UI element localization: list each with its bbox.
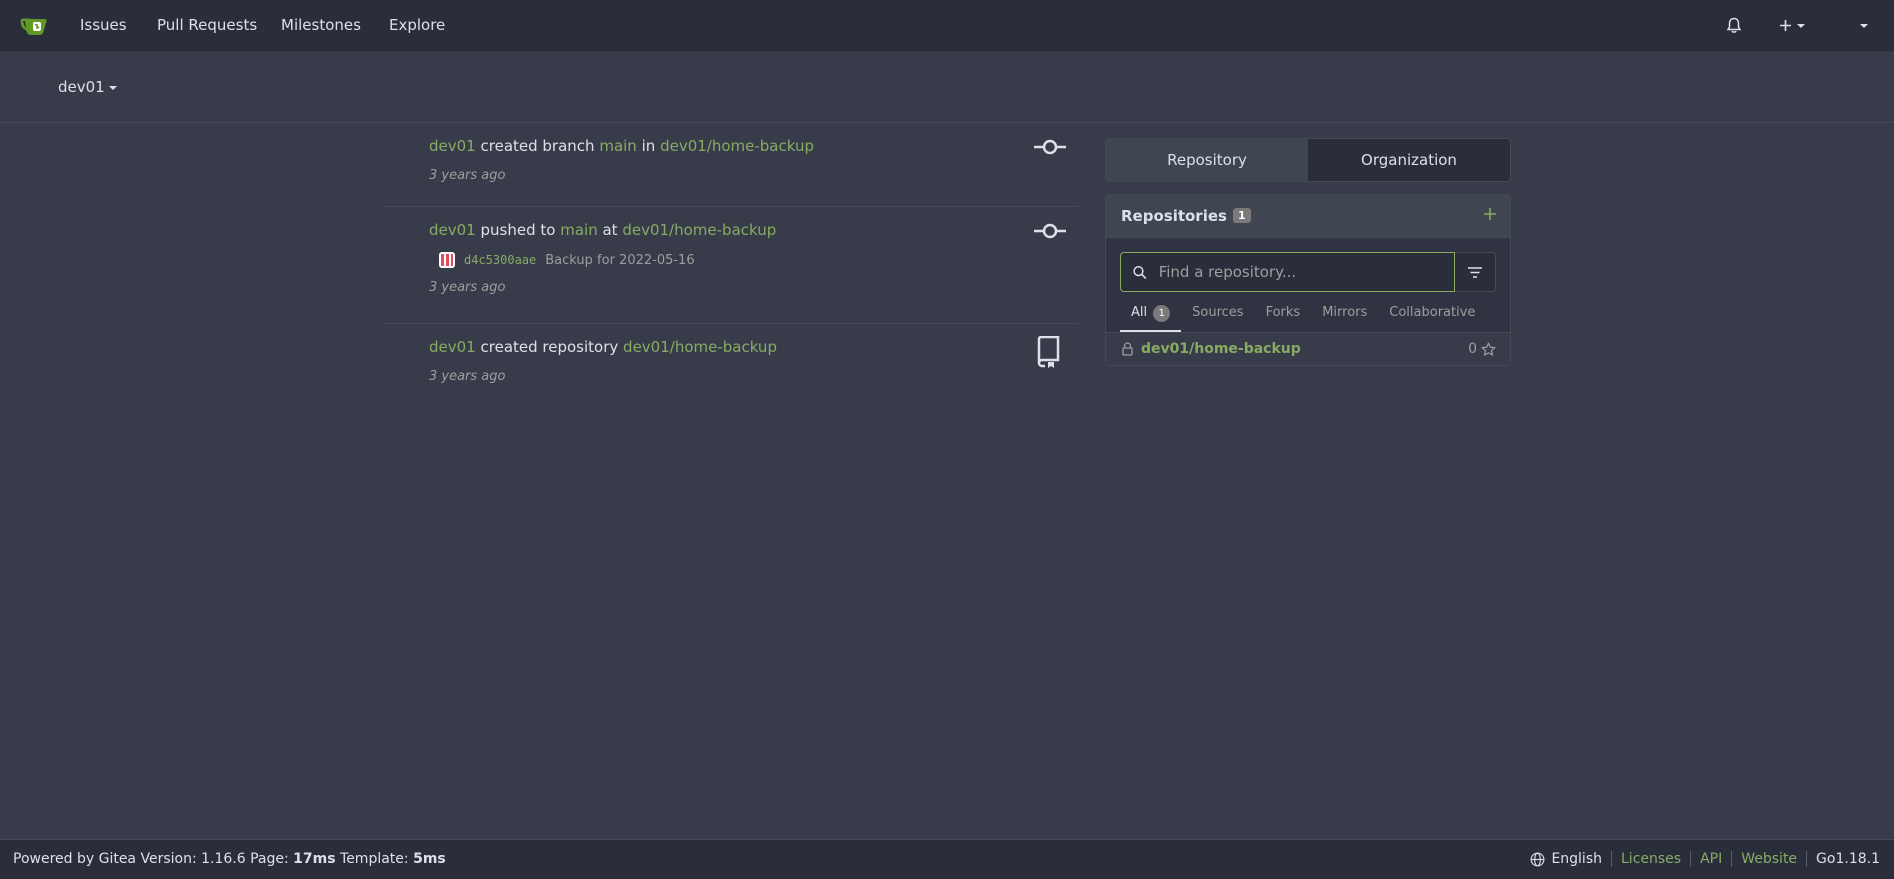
dashboard-header: dev01 [0, 52, 1894, 123]
nav-explore[interactable]: Explore [389, 0, 445, 51]
star-icon [1481, 342, 1496, 356]
lock-icon [1122, 342, 1133, 356]
feed-item: dev01 created branch main in dev01/home-… [382, 123, 1078, 207]
feed-repo-link[interactable]: dev01/home-backup [660, 137, 814, 155]
commit-row: d4c5300aae Backup for 2022-05-16 [429, 252, 1078, 268]
footer-page-time: 17ms [293, 851, 336, 867]
user-menu-button[interactable] [1855, 0, 1868, 51]
repo-search-field [1120, 252, 1455, 292]
repositories-title: Repositories 1 [1121, 207, 1251, 225]
activity-feed: dev01 created branch main in dev01/home-… [382, 123, 1078, 407]
repo-type-tabs: All 1 Sources Forks Mirrors Collaborative [1120, 294, 1496, 332]
feed-action: created branch [480, 137, 595, 155]
chevron-down-icon [1797, 23, 1805, 28]
type-tab-all[interactable]: All 1 [1120, 294, 1182, 332]
globe-icon [1530, 852, 1545, 866]
git-commit-icon [1034, 223, 1066, 243]
feed-connector: in [641, 137, 656, 155]
footer-licenses-link[interactable]: Licenses [1611, 851, 1690, 867]
notifications-button[interactable] [1726, 0, 1742, 51]
add-repo-button[interactable] [1484, 204, 1496, 225]
feed-time: 3 years ago [429, 280, 506, 295]
repo-panel: Repository Organization Repositories 1 Al… [1105, 138, 1511, 366]
repositories-body: All 1 Sources Forks Mirrors Collaborative… [1106, 238, 1510, 365]
repositories-box: Repositories 1 All 1 Sources Forks Mirrors [1105, 194, 1511, 366]
nav-milestones[interactable]: Milestones [281, 0, 361, 51]
footer-website-link[interactable]: Website [1731, 851, 1806, 867]
feed-action: created repository [480, 338, 619, 356]
tab-organization[interactable]: Organization [1308, 139, 1510, 181]
footer-version-info: Powered by Gitea Version: 1.16.6 Page: 1… [13, 851, 446, 867]
feed-item: dev01 pushed to main at dev01/home-backu… [382, 207, 1078, 324]
gitea-logo-icon[interactable] [19, 13, 49, 37]
create-new-button[interactable] [1779, 0, 1805, 51]
feed-connector: at [602, 221, 618, 239]
footer-links: English Licenses API Website Go1.18.1 [1530, 851, 1880, 867]
repo-search [1120, 252, 1496, 292]
footer-template-time: 5ms [413, 851, 446, 867]
type-tab-sources[interactable]: Sources [1181, 294, 1254, 332]
nav-pull-requests[interactable]: Pull Requests [157, 0, 257, 51]
feed-user-link[interactable]: dev01 [429, 221, 476, 239]
repo-list-item[interactable]: dev01/home-backup 0 [1106, 332, 1510, 365]
feed-repo-link[interactable]: dev01/home-backup [622, 221, 776, 239]
repositories-count-badge: 1 [1232, 208, 1251, 223]
all-count-badge: 1 [1153, 305, 1171, 322]
page-footer: Powered by Gitea Version: 1.16.6 Page: 1… [0, 839, 1894, 879]
feed-text: dev01 pushed to main at dev01/home-backu… [429, 220, 1078, 240]
feed-user-link[interactable]: dev01 [429, 338, 476, 356]
feed-time: 3 years ago [429, 168, 506, 183]
bell-icon [1726, 17, 1742, 33]
feed-time: 3 years ago [429, 369, 506, 384]
commit-message: Backup for 2022-05-16 [545, 252, 695, 268]
filter-icon [1468, 266, 1482, 278]
type-tab-forks[interactable]: Forks [1255, 294, 1312, 332]
chevron-down-icon [1860, 23, 1868, 28]
footer-go-version: Go1.18.1 [1806, 851, 1880, 867]
plus-icon [1780, 20, 1791, 31]
type-tab-all-label: All [1131, 305, 1148, 320]
panel-tabs: Repository Organization [1105, 138, 1511, 182]
feed-user-link[interactable]: dev01 [429, 137, 476, 155]
repositories-title-text: Repositories [1121, 207, 1227, 225]
nav-issues[interactable]: Issues [80, 0, 127, 51]
language-selector[interactable]: English [1530, 851, 1611, 867]
feed-item: dev01 created repository dev01/home-back… [382, 324, 1078, 407]
repo-search-input[interactable] [1156, 262, 1454, 282]
commit-author-avatar[interactable] [439, 252, 455, 268]
feed-repo-link[interactable]: dev01/home-backup [623, 338, 777, 356]
top-navbar: Issues Pull Requests Milestones Explore [0, 0, 1894, 52]
plus-icon [1484, 208, 1496, 220]
language-label: English [1551, 851, 1602, 867]
type-tab-mirrors[interactable]: Mirrors [1311, 294, 1378, 332]
tab-repository[interactable]: Repository [1106, 139, 1308, 181]
footer-template-label: Template: [340, 851, 409, 867]
footer-api-link[interactable]: API [1690, 851, 1731, 867]
commit-sha-link[interactable]: d4c5300aae [464, 253, 536, 267]
star-count: 0 [1468, 341, 1477, 357]
repo-filter-button[interactable] [1455, 252, 1496, 292]
feed-action: pushed to [480, 221, 556, 239]
repositories-header: Repositories 1 [1106, 195, 1510, 238]
feed-text: dev01 created repository dev01/home-back… [429, 337, 1078, 357]
context-user-switcher[interactable]: dev01 [58, 78, 117, 96]
footer-powered-by: Powered by Gitea Version: 1.16.6 Page: [13, 851, 289, 867]
search-icon [1133, 265, 1147, 279]
repo-icon [1036, 335, 1060, 372]
feed-text: dev01 created branch main in dev01/home-… [429, 136, 1078, 156]
feed-branch-link[interactable]: main [560, 221, 597, 239]
type-tab-collaborative[interactable]: Collaborative [1378, 294, 1486, 332]
chevron-down-icon [108, 85, 117, 90]
feed-branch-link[interactable]: main [599, 137, 636, 155]
context-user-label: dev01 [58, 78, 105, 96]
repo-name-link[interactable]: dev01/home-backup [1141, 341, 1468, 357]
git-commit-icon [1034, 139, 1066, 159]
